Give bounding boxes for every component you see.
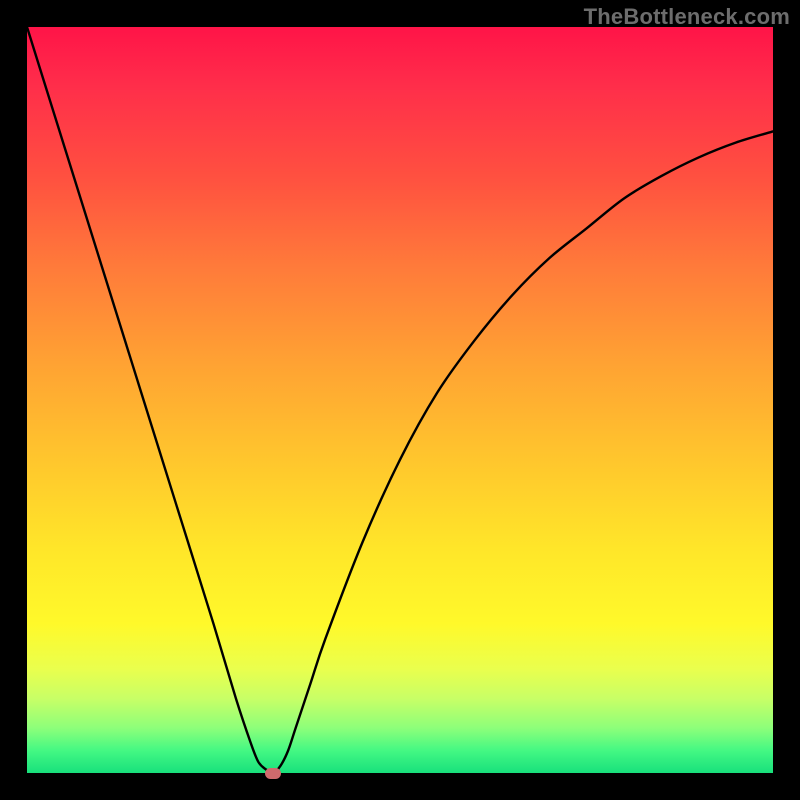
bottleneck-curve bbox=[27, 27, 773, 773]
chart-stage: TheBottleneck.com bbox=[0, 0, 800, 800]
minimum-marker-icon bbox=[265, 768, 281, 779]
chart-plot-area bbox=[27, 27, 773, 773]
watermark-label: TheBottleneck.com bbox=[584, 4, 790, 30]
